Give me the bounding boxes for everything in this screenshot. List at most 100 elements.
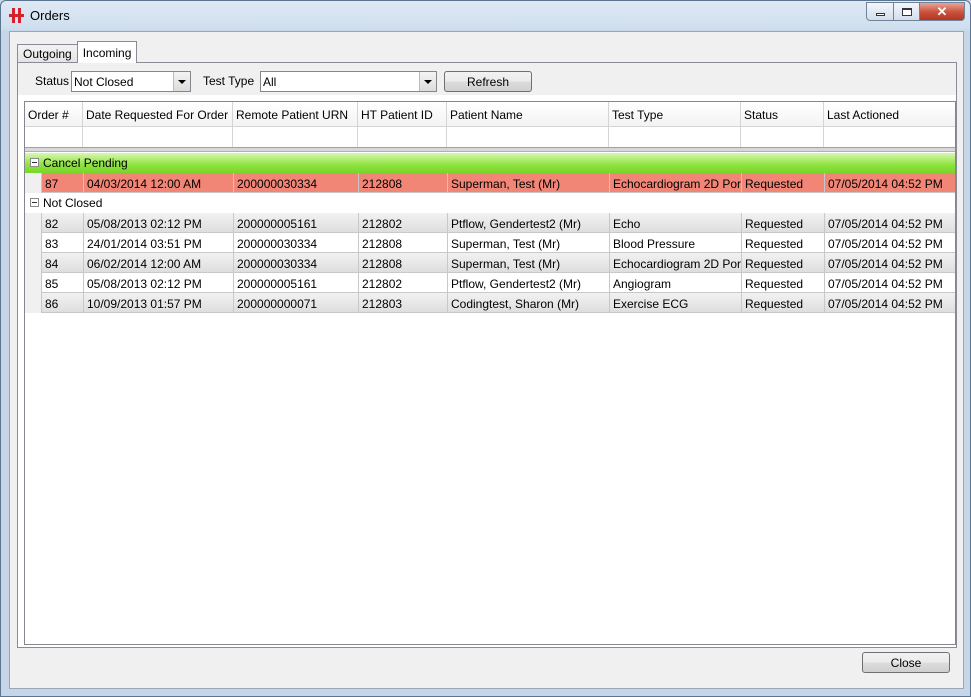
cell-ht-patient-id: 212808 xyxy=(358,233,447,253)
status-combo[interactable]: Not Closed xyxy=(71,71,191,92)
cell-order: 84 xyxy=(41,253,83,273)
column-header-order[interactable]: Order # xyxy=(25,102,83,127)
refresh-button[interactable]: Refresh xyxy=(444,71,532,92)
filter-cell-test-type[interactable] xyxy=(609,127,741,147)
cell-status: Requested xyxy=(741,173,824,193)
filter-cell-remote-urn[interactable] xyxy=(233,127,358,147)
close-button[interactable]: Close xyxy=(862,652,950,673)
cell-status: Requested xyxy=(741,293,824,313)
client-area: Outgoing Incoming Status Not Closed Test… xyxy=(9,31,964,689)
cell-order: 83 xyxy=(41,233,83,253)
cell-test-type: Echocardiogram 2D Por… xyxy=(609,253,741,273)
incoming-tab-panel: Status Not Closed Test Type All Refresh … xyxy=(17,62,957,648)
filter-cell-patient-name[interactable] xyxy=(447,127,609,147)
filter-cell-date-requested[interactable] xyxy=(83,127,233,147)
cell-date-requested: 05/08/2013 02:12 PM xyxy=(83,213,233,233)
header-separator xyxy=(25,148,955,152)
cell-last-actioned: 07/05/2014 04:52 PM xyxy=(824,233,955,253)
chevron-down-icon xyxy=(424,79,432,84)
table-row[interactable]: 85 05/08/2013 02:12 PM 200000005161 2128… xyxy=(25,273,955,293)
grid-filter-row xyxy=(25,127,955,148)
cell-test-type: Angiogram xyxy=(609,273,741,293)
cell-last-actioned: 07/05/2014 04:52 PM xyxy=(824,253,955,273)
group-label: Not Closed xyxy=(43,196,103,210)
column-header-ht-patient-id[interactable]: HT Patient ID xyxy=(358,102,447,127)
tab-outgoing[interactable]: Outgoing xyxy=(17,44,78,63)
cell-ht-patient-id: 212802 xyxy=(358,213,447,233)
cell-patient-name: Superman, Test (Mr) xyxy=(447,173,609,193)
maximize-icon xyxy=(901,7,912,16)
cell-order: 82 xyxy=(41,213,83,233)
app-cross-icon xyxy=(9,8,24,23)
cell-last-actioned: 07/05/2014 04:52 PM xyxy=(824,273,955,293)
filter-cell-last-actioned[interactable] xyxy=(824,127,955,147)
cell-remote-urn: 200000005161 xyxy=(233,213,358,233)
cell-ht-patient-id: 212808 xyxy=(358,253,447,273)
filter-cell-status[interactable] xyxy=(741,127,824,147)
status-label: Status xyxy=(35,74,70,88)
grid-header: Order # Date Requested For Order Remote … xyxy=(25,102,955,127)
cell-order: 86 xyxy=(41,293,83,313)
test-type-dropdown-button[interactable] xyxy=(419,72,436,91)
filter-cell-order[interactable] xyxy=(25,127,83,147)
cell-patient-name: Codingtest, Sharon (Mr) xyxy=(447,293,609,313)
cell-remote-urn: 200000030334 xyxy=(233,173,358,193)
table-row[interactable]: 84 06/02/2014 12:00 AM 200000030334 2128… xyxy=(25,253,955,273)
cell-status: Requested xyxy=(741,213,824,233)
cell-status: Requested xyxy=(741,233,824,253)
cell-date-requested: 24/01/2014 03:51 PM xyxy=(83,233,233,253)
column-header-status[interactable]: Status xyxy=(741,102,824,127)
cell-test-type: Echocardiogram 2D Por… xyxy=(609,173,741,193)
column-header-test-type[interactable]: Test Type xyxy=(609,102,741,127)
cell-test-type: Exercise ECG xyxy=(609,293,741,313)
group-row-not-closed[interactable]: Not Closed xyxy=(25,193,955,213)
filter-bar: Status Not Closed Test Type All Refresh xyxy=(18,63,956,95)
group-label: Cancel Pending xyxy=(43,156,128,170)
tab-incoming[interactable]: Incoming xyxy=(76,41,138,63)
cell-patient-name: Superman, Test (Mr) xyxy=(447,253,609,273)
cell-status: Requested xyxy=(741,273,824,293)
cell-date-requested: 04/03/2014 12:00 AM xyxy=(83,173,233,193)
chevron-down-icon xyxy=(178,79,186,84)
cell-test-type: Blood Pressure xyxy=(609,233,741,253)
cell-remote-urn: 200000000071 xyxy=(233,293,358,313)
window-close-button[interactable]: ✕ xyxy=(919,2,965,21)
maximize-button[interactable] xyxy=(893,2,919,21)
table-row[interactable]: 82 05/08/2013 02:12 PM 200000005161 2128… xyxy=(25,213,955,233)
cell-order: 87 xyxy=(41,173,83,193)
cell-status: Requested xyxy=(741,253,824,273)
status-value: Not Closed xyxy=(74,75,134,89)
column-header-remote-urn[interactable]: Remote Patient URN xyxy=(233,102,358,127)
filter-cell-ht-patient-id[interactable] xyxy=(358,127,447,147)
table-row[interactable]: 87 04/03/2014 12:00 AM 200000030334 2128… xyxy=(25,173,955,193)
orders-window: Orders ✕ Outgoing Incoming Status Not Cl… xyxy=(0,0,971,697)
cell-patient-name: Superman, Test (Mr) xyxy=(447,233,609,253)
column-header-patient-name[interactable]: Patient Name xyxy=(447,102,609,127)
cell-last-actioned: 07/05/2014 04:52 PM xyxy=(824,173,955,193)
collapse-icon[interactable] xyxy=(30,198,39,207)
test-type-value: All xyxy=(263,75,277,89)
group-row-cancel-pending[interactable]: Cancel Pending xyxy=(25,153,955,173)
cell-date-requested: 05/08/2013 02:12 PM xyxy=(83,273,233,293)
cell-order: 85 xyxy=(41,273,83,293)
table-row[interactable]: 83 24/01/2014 03:51 PM 200000030334 2128… xyxy=(25,233,955,253)
cell-ht-patient-id: 212803 xyxy=(358,293,447,313)
cell-last-actioned: 07/05/2014 04:52 PM xyxy=(824,293,955,313)
cell-remote-urn: 200000005161 xyxy=(233,273,358,293)
cell-patient-name: Ptflow, Gendertest2 (Mr) xyxy=(447,273,609,293)
test-type-combo[interactable]: All xyxy=(260,71,437,92)
cell-patient-name: Ptflow, Gendertest2 (Mr) xyxy=(447,213,609,233)
cell-date-requested: 10/09/2013 01:57 PM xyxy=(83,293,233,313)
cell-test-type: Echo xyxy=(609,213,741,233)
minimize-button[interactable] xyxy=(866,2,893,21)
cell-remote-urn: 200000030334 xyxy=(233,233,358,253)
cell-ht-patient-id: 212808 xyxy=(358,173,447,193)
title-bar[interactable]: Orders ✕ xyxy=(1,1,970,31)
status-dropdown-button[interactable] xyxy=(173,72,190,91)
table-row[interactable]: 86 10/09/2013 01:57 PM 200000000071 2128… xyxy=(25,293,955,313)
cell-remote-urn: 200000030334 xyxy=(233,253,358,273)
column-header-last-actioned[interactable]: Last Actioned xyxy=(824,102,955,127)
column-header-date-requested[interactable]: Date Requested For Order xyxy=(83,102,233,127)
cell-date-requested: 06/02/2014 12:00 AM xyxy=(83,253,233,273)
collapse-icon[interactable] xyxy=(30,158,39,167)
